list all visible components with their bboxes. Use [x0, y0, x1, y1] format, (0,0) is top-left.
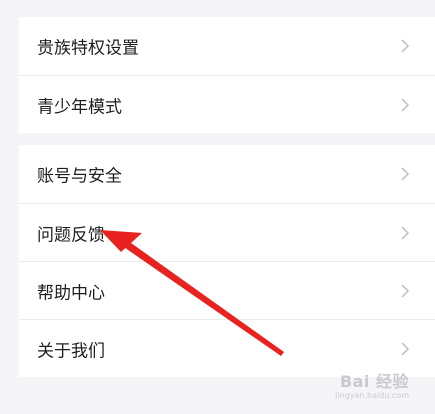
chevron-right-icon: [397, 97, 413, 113]
settings-group-1: 贵族特权设置 青少年模式: [19, 17, 435, 133]
setting-label: 青少年模式: [37, 97, 122, 117]
settings-group-2: 账号与安全 问题反馈 帮助中心 关于我们: [19, 145, 435, 377]
setting-row-feedback[interactable]: 问题反馈: [19, 203, 435, 261]
setting-label: 关于我们: [37, 341, 105, 361]
setting-row-help-center[interactable]: 帮助中心: [19, 261, 435, 319]
setting-label: 帮助中心: [37, 283, 105, 303]
watermark-url: jingyan.baidu.com: [335, 391, 409, 400]
setting-row-teen-mode[interactable]: 青少年模式: [19, 75, 435, 133]
baidu-watermark: Bai 经验 jingyan.baidu.com: [317, 368, 409, 400]
setting-label: 问题反馈: [37, 225, 105, 245]
chevron-right-icon: [397, 283, 413, 299]
chevron-right-icon: [397, 38, 413, 54]
watermark-brand: Bai 经验: [339, 372, 409, 391]
setting-label: 账号与安全: [37, 166, 122, 187]
setting-label: 贵族特权设置: [37, 38, 139, 59]
setting-row-account-security[interactable]: 账号与安全: [19, 145, 435, 203]
setting-row-noble-privileges[interactable]: 贵族特权设置: [19, 17, 435, 75]
chevron-right-icon: [397, 225, 413, 241]
chevron-right-icon: [397, 166, 413, 182]
chevron-right-icon: [397, 341, 413, 357]
